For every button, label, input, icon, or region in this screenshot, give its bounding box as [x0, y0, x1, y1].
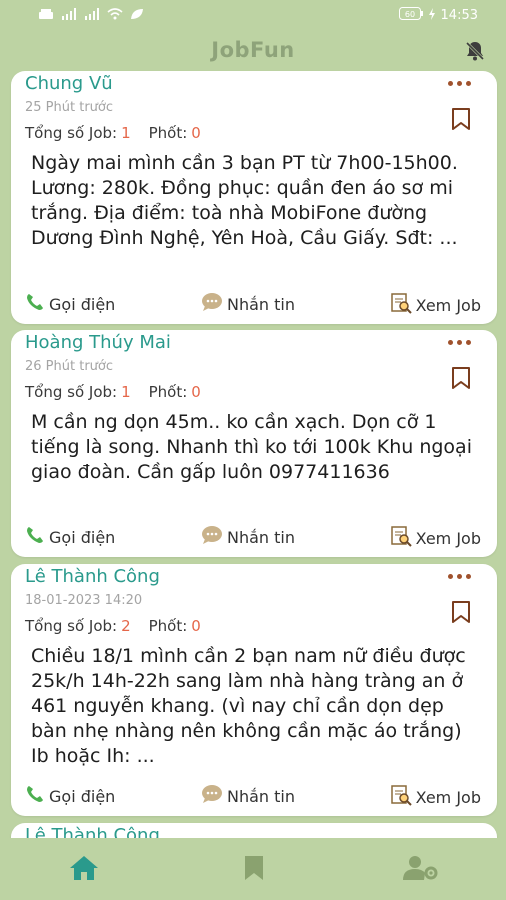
message-button[interactable]: Nhắn tin — [201, 784, 295, 808]
notification-icon — [38, 8, 54, 24]
phone-icon — [25, 525, 45, 549]
status-time: 14:53 — [440, 8, 478, 23]
view-job-label: Xem Job — [415, 295, 481, 315]
bookmark-icon[interactable] — [451, 600, 471, 628]
leaf-icon — [130, 8, 144, 24]
bottom-nav — [0, 838, 506, 900]
post-actions: Gọi điện Nhắn tin Xem Job — [11, 784, 497, 808]
more-options-icon[interactable] — [448, 81, 471, 86]
bookmark-icon[interactable] — [451, 366, 471, 394]
total-jobs-label: Tổng số Job: — [25, 124, 118, 142]
call-button[interactable]: Gọi điện — [25, 525, 115, 549]
message-button[interactable]: Nhắn tin — [201, 292, 295, 316]
call-label: Gọi điện — [49, 527, 116, 547]
view-job-label: Xem Job — [415, 528, 481, 548]
view-job-button[interactable]: Xem Job — [390, 292, 481, 318]
total-jobs-count: 1 — [121, 383, 131, 401]
fines-label: Phốt: — [148, 124, 188, 142]
more-options-icon[interactable] — [448, 574, 471, 579]
document-search-icon — [390, 525, 412, 551]
battery-level: 60 — [404, 10, 414, 19]
job-post-card[interactable]: Hoàng Thúy Mai 26 Phút trước Tổng số Job… — [11, 330, 497, 557]
app-title: JobFun — [211, 38, 295, 62]
post-time: 18-01-2023 14:20 — [25, 593, 143, 608]
message-label: Nhắn tin — [227, 294, 295, 314]
poster-name[interactable]: Chung Vũ — [25, 73, 113, 94]
call-button[interactable]: Gọi điện — [25, 784, 115, 808]
message-button[interactable]: Nhắn tin — [201, 525, 295, 549]
chat-icon — [201, 292, 223, 316]
signal-icon — [61, 8, 77, 24]
view-job-button[interactable]: Xem Job — [390, 525, 481, 551]
post-content: Ngày mai mình cần 3 bạn PT từ 7h00-15h00… — [31, 152, 458, 249]
poster-stats: Tổng số Job: 2 Phốt: 0 — [25, 617, 201, 635]
notifications-off-icon[interactable] — [464, 40, 486, 66]
bookmark-tab-icon[interactable] — [243, 854, 265, 886]
phone-icon — [25, 292, 45, 316]
post-time: 26 Phút trước — [25, 359, 114, 374]
post-actions: Gọi điện Nhắn tin Xem Job — [11, 292, 497, 316]
poster-name[interactable]: Hoàng Thúy Mai — [25, 332, 171, 353]
fines-label: Phốt: — [148, 617, 188, 635]
status-bar: 60 14:53 — [0, 0, 506, 32]
signal-icon-2 — [84, 8, 100, 24]
chat-icon — [201, 784, 223, 808]
job-post-card[interactable]: Lê Thành Công 18-01-2023 14:20 Tổng số J… — [11, 564, 497, 816]
battery-icon: 60 — [398, 7, 423, 24]
call-label: Gọi điện — [49, 786, 116, 806]
post-actions: Gọi điện Nhắn tin Xem Job — [11, 525, 497, 549]
poster-name[interactable]: Lê Thành Công — [25, 566, 160, 587]
call-label: Gọi điện — [49, 294, 116, 314]
post-content: Chiều 18/1 mình cần 2 bạn nam nữ điều đư… — [31, 645, 466, 767]
user-settings-icon[interactable] — [402, 854, 440, 886]
app-bar: JobFun — [0, 32, 506, 70]
home-icon[interactable] — [68, 854, 100, 886]
post-time: 25 Phút trước — [25, 100, 114, 115]
document-search-icon — [390, 292, 412, 318]
fines-count: 0 — [191, 383, 201, 401]
fines-count: 0 — [191, 124, 201, 142]
view-job-button[interactable]: Xem Job — [390, 784, 481, 810]
message-label: Nhắn tin — [227, 786, 295, 806]
view-job-label: Xem Job — [415, 787, 481, 807]
document-search-icon — [390, 784, 412, 810]
phone-icon — [25, 784, 45, 808]
total-jobs-count: 2 — [121, 617, 131, 635]
job-post-card[interactable]: Chung Vũ 25 Phút trước Tổng số Job: 1 Phốt… — [11, 71, 497, 324]
chat-icon — [201, 525, 223, 549]
wifi-icon — [107, 8, 123, 24]
total-jobs-count: 1 — [121, 124, 131, 142]
total-jobs-label: Tổng số Job: — [25, 383, 118, 401]
bookmark-icon[interactable] — [451, 107, 471, 135]
charging-icon — [428, 7, 435, 24]
fines-count: 0 — [191, 617, 201, 635]
poster-stats: Tổng số Job: 1 Phốt: 0 — [25, 383, 201, 401]
call-button[interactable]: Gọi điện — [25, 292, 115, 316]
poster-stats: Tổng số Job: 1 Phốt: 0 — [25, 124, 201, 142]
total-jobs-label: Tổng số Job: — [25, 617, 118, 635]
more-options-icon[interactable] — [448, 340, 471, 345]
post-content: M cần ng dọn 45m.. ko cần xạch. Dọn cỡ 1… — [31, 411, 472, 483]
fines-label: Phốt: — [148, 383, 188, 401]
message-label: Nhắn tin — [227, 527, 295, 547]
